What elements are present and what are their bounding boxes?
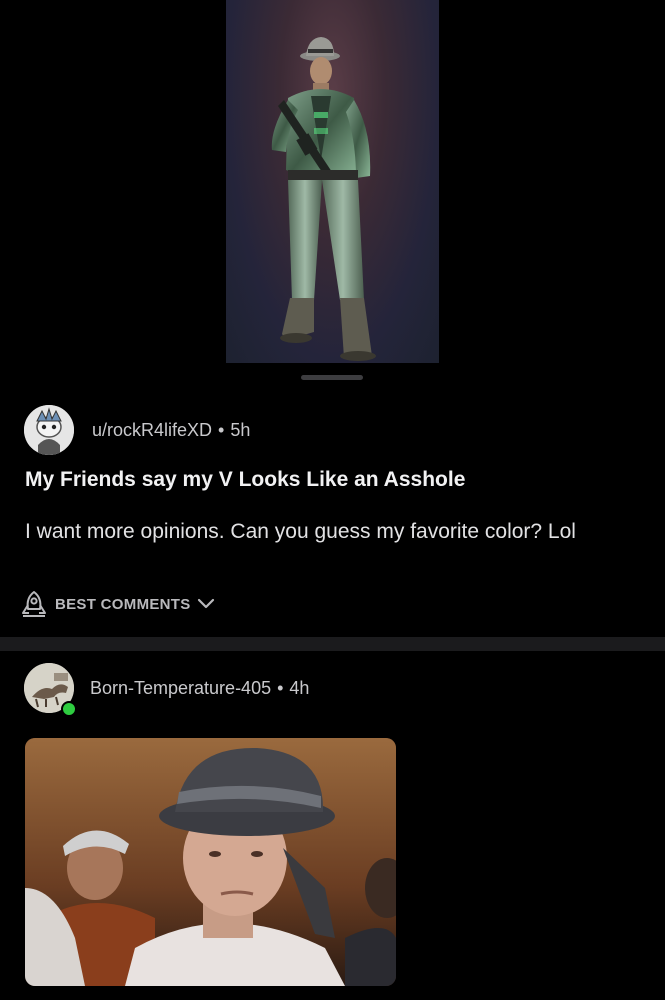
post-age: 5h (230, 420, 251, 440)
meta-separator: • (277, 678, 284, 698)
snoo-avatar-icon (24, 405, 74, 455)
section-divider (0, 637, 665, 651)
character-illustration (271, 37, 376, 361)
commenter-username[interactable]: Born-Temperature-405 (90, 678, 271, 698)
comment-meta: Born-Temperature-405 • 4h (90, 678, 309, 699)
author-username[interactable]: u/rockR4lifeXD (92, 420, 212, 440)
image-drag-handle[interactable] (301, 375, 363, 380)
chevron-down-icon (197, 598, 214, 609)
author-avatar[interactable] (24, 405, 74, 455)
post-title: My Friends say my V Looks Like an Asshol… (25, 468, 466, 491)
meme-photo (25, 738, 396, 986)
comment-sort-label: BEST COMMENTS (55, 595, 191, 613)
post-meta: u/rockR4lifeXD • 5h (92, 420, 250, 441)
post-image[interactable] (226, 0, 439, 363)
comment-image[interactable] (25, 738, 396, 986)
online-status-indicator (61, 701, 77, 717)
post-body: I want more opinions. Can you guess my f… (25, 520, 576, 543)
rocket-icon (22, 591, 46, 617)
comment-age: 4h (289, 678, 310, 698)
comment-sort-button[interactable]: BEST COMMENTS (19, 589, 216, 619)
meta-separator: • (218, 420, 225, 440)
